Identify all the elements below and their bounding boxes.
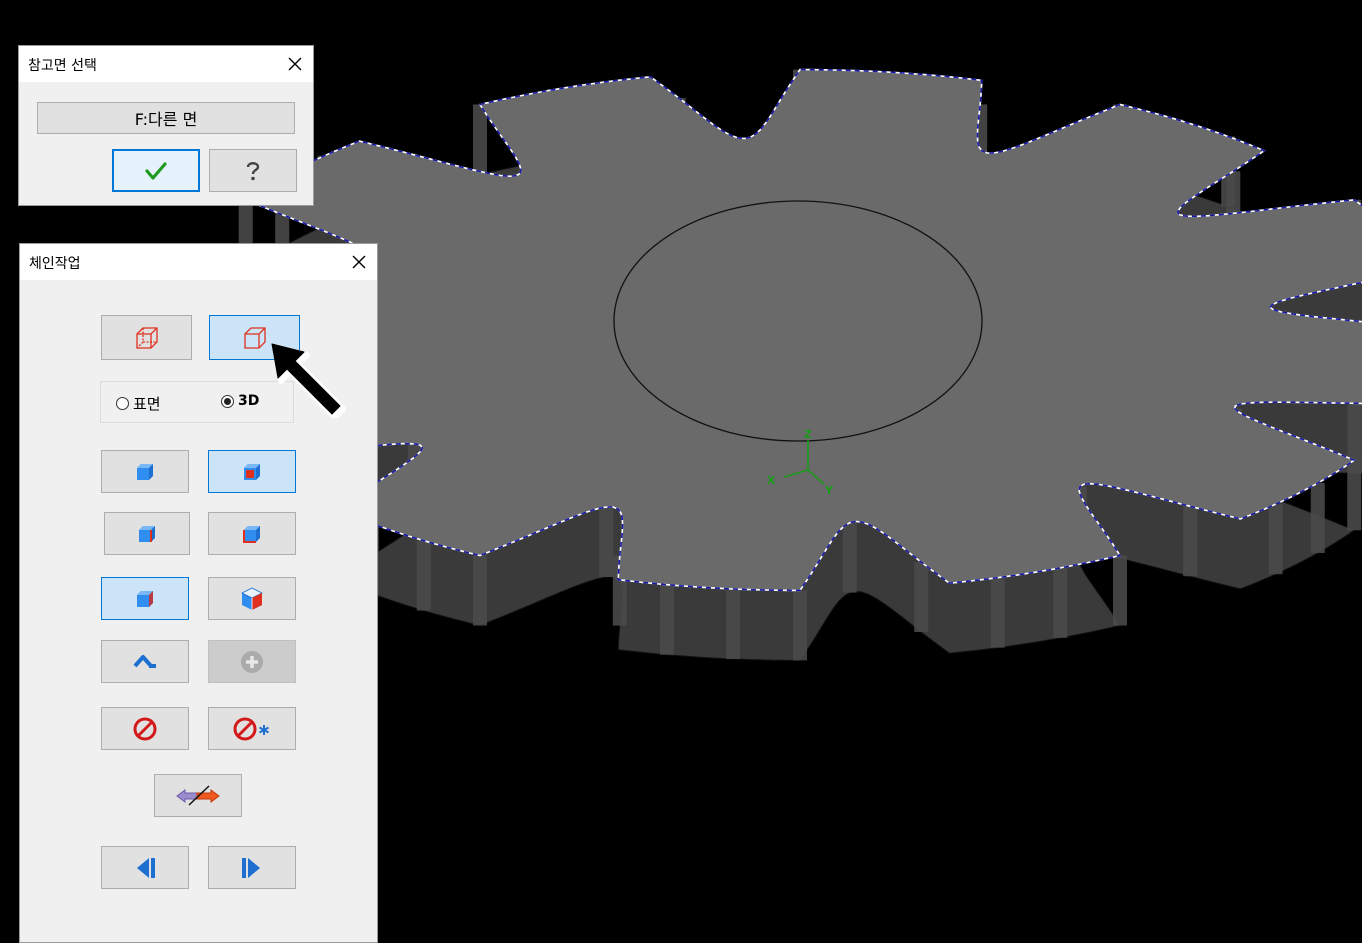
dialog-title: 체인작업	[29, 256, 81, 272]
axis-x-label: X	[767, 474, 776, 487]
solid-cube-icon	[243, 326, 266, 349]
unselect-all-icon	[233, 717, 269, 740]
radio-3d[interactable]: 3D	[221, 393, 259, 409]
edge-cube-button[interactable]	[104, 512, 190, 555]
wireframe-mode-button[interactable]	[101, 315, 192, 360]
other-face-button[interactable]: F:다른 면	[37, 102, 295, 134]
solid-cube-button[interactable]	[101, 577, 189, 620]
help-button[interactable]	[209, 149, 297, 192]
radio-surface-label: 표면	[133, 395, 161, 413]
step-back-icon	[137, 857, 155, 878]
checkmark-icon	[145, 161, 167, 180]
radio-3d-label: 3D	[238, 393, 260, 409]
radio-surface-circle[interactable]	[116, 397, 129, 410]
close-icon[interactable]	[347, 250, 371, 274]
question-icon	[246, 161, 260, 180]
other-face-label: F:다른 면	[134, 110, 198, 129]
cube-edge-icon	[139, 525, 155, 542]
reverse-direction-button[interactable]	[154, 774, 242, 817]
radio-3d-circle[interactable]	[221, 394, 234, 408]
add-circle-icon	[241, 650, 263, 673]
unselect-all-button[interactable]	[208, 707, 296, 750]
cube-single-icon	[137, 463, 153, 480]
step-forward-icon	[242, 857, 260, 878]
add-button[interactable]	[208, 640, 296, 683]
face-cube-button[interactable]	[208, 450, 296, 493]
step-back-button[interactable]	[101, 846, 189, 889]
ref-face-dialog: 참고면 선택 F:다른 면	[18, 45, 314, 206]
undo-button[interactable]	[101, 640, 189, 683]
single-cube-button[interactable]	[101, 450, 189, 493]
dialog-titlebar: 체인작업	[20, 244, 377, 280]
dialog-titlebar: 참고면 선택	[19, 46, 313, 82]
unselect-button[interactable]	[101, 707, 189, 750]
cube-corner-icon	[243, 525, 260, 543]
wireframe-cube-icon	[135, 326, 158, 349]
cube-solid-icon	[137, 590, 153, 607]
ok-button[interactable]	[112, 149, 200, 192]
unselect-icon	[133, 717, 157, 740]
axis-z-label: Z	[804, 428, 812, 441]
dialog-title: 참고면 선택	[28, 58, 97, 74]
corner-cube-button[interactable]	[208, 512, 296, 555]
pointer-arrow-icon	[271, 343, 346, 418]
step-forward-button[interactable]	[208, 846, 296, 889]
reverse-direction-icon	[176, 784, 220, 806]
undo-arrow-icon	[133, 654, 156, 668]
axis-y-label: Y	[824, 484, 834, 497]
radio-surface[interactable]: 표면	[116, 393, 161, 414]
cube-face-icon	[244, 463, 260, 480]
selection-mode-group: 표면 3D	[100, 381, 294, 423]
cube-multiface-icon	[241, 587, 263, 610]
close-icon[interactable]	[283, 52, 307, 76]
multiface-cube-button[interactable]	[208, 577, 296, 620]
